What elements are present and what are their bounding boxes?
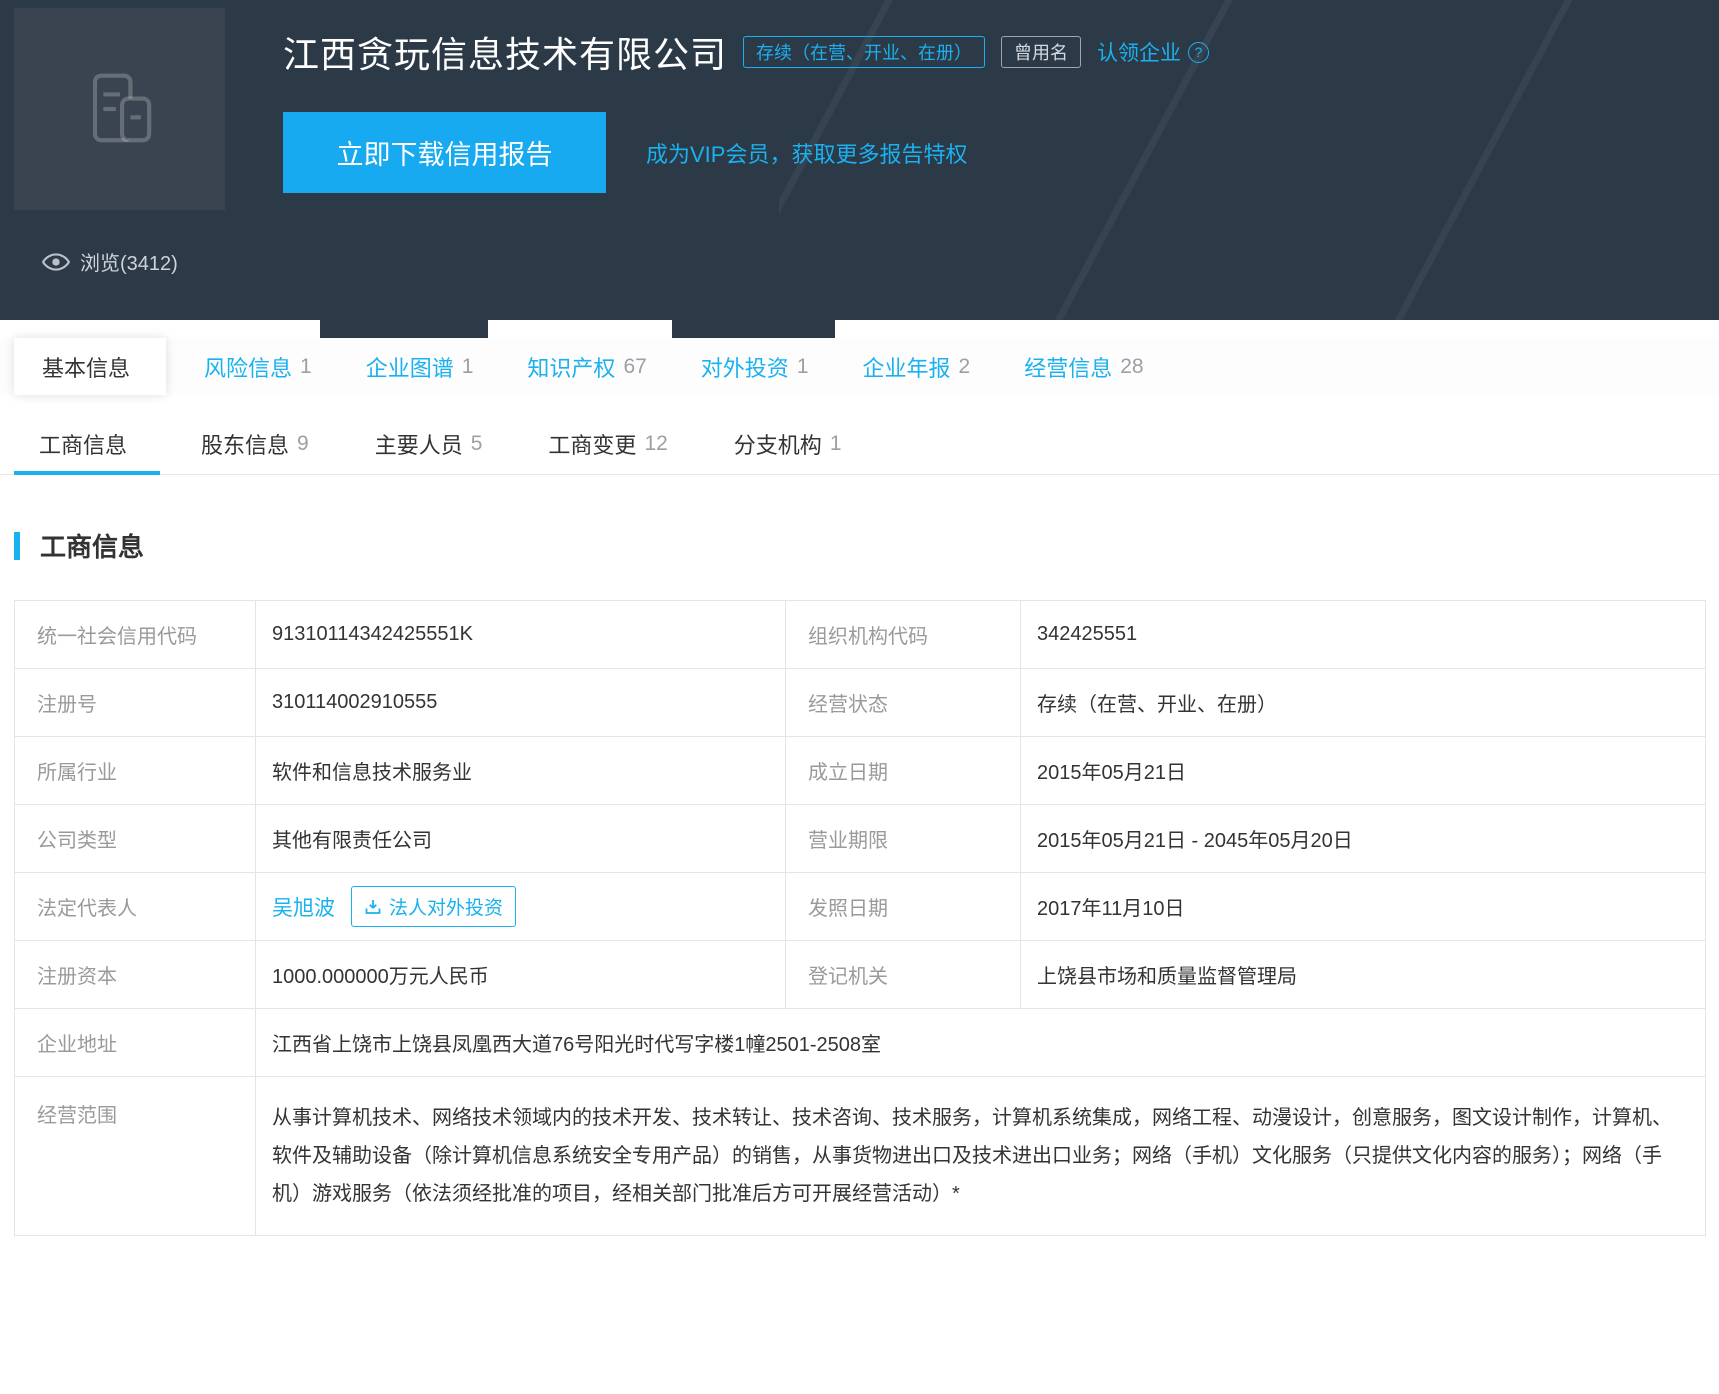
field-label: 注册号 xyxy=(14,668,256,737)
field-value: 存续（在营、开业、在册） xyxy=(1020,668,1706,737)
subtab-label: 工商信息 xyxy=(39,432,128,458)
company-name: 江西贪玩信息技术有限公司 xyxy=(283,34,728,75)
field-label: 登记机关 xyxy=(785,940,1021,1009)
legal-investment-button[interactable]: 法人对外投资 xyxy=(351,886,517,927)
field-label: 注册资本 xyxy=(14,940,256,1009)
section-title: 工商信息 xyxy=(40,532,145,562)
company-header: 江西贪玩信息技术有限公司 存续（在营、开业、在册） 曾用名 认领企业 ? 立即下… xyxy=(0,0,1719,320)
claim-company-link[interactable]: 认领企业 ? xyxy=(1097,37,1210,67)
subtab-count: 1 xyxy=(829,431,842,455)
view-counter: 浏览(3412) xyxy=(42,247,178,276)
field-value: 江西省上饶市上饶县凤凰西大道76号阳光时代写字楼1幢2501-2508室 xyxy=(255,1008,1706,1077)
subtab-business-change[interactable]: 工商变更 12 xyxy=(523,413,692,474)
subtab-label: 工商变更 xyxy=(548,432,637,458)
field-label: 营业期限 xyxy=(785,804,1021,873)
tab-count: 2 xyxy=(958,354,971,378)
tab-count: 1 xyxy=(300,354,312,378)
header-shade xyxy=(672,320,835,338)
claim-label: 认领企业 xyxy=(1097,42,1182,65)
table-row: 公司类型 其他有限责任公司 营业期限 2015年05月21日 - 2045年05… xyxy=(14,804,1706,873)
subtab-count: 9 xyxy=(297,431,309,455)
subtab-count: 12 xyxy=(644,431,668,455)
section-header: 工商信息 xyxy=(14,527,1719,564)
subtab-label: 主要人员 xyxy=(374,432,463,458)
tab-label: 基本信息 xyxy=(42,355,131,381)
tab-label: 经营信息 xyxy=(1024,355,1113,381)
field-label: 经营状态 xyxy=(785,668,1021,737)
export-icon xyxy=(365,899,381,914)
field-value: 310114002910555 xyxy=(255,668,786,737)
field-label: 发照日期 xyxy=(785,872,1021,941)
sub-tabs: 工商信息 股东信息 9 主要人员 5 工商变更 12 分支机构 1 xyxy=(0,413,1719,475)
field-value: 342425551 xyxy=(1020,600,1706,669)
subtab-branch-offices[interactable]: 分支机构 1 xyxy=(709,413,867,474)
field-value: 从事计算机技术、网络技术领域内的技术开发、技术转让、技术咨询、技术服务，计算机系… xyxy=(255,1076,1706,1236)
field-label: 法定代表人 xyxy=(14,872,256,941)
business-info-table: 统一社会信用代码 91310114342425551K 组织机构代码 34242… xyxy=(14,600,1706,1236)
status-badge: 存续（在营、开业、在册） xyxy=(743,36,986,68)
tab-company-graph[interactable]: 企业图谱 1 xyxy=(350,338,490,395)
section-accent-bar xyxy=(14,531,20,560)
question-icon[interactable]: ? xyxy=(1188,41,1210,63)
field-value: 吴旭波 法人对外投资 xyxy=(255,872,786,941)
table-row: 所属行业 软件和信息技术服务业 成立日期 2015年05月21日 xyxy=(14,736,1706,805)
field-label: 成立日期 xyxy=(785,736,1021,805)
header-decoration-strip xyxy=(0,320,1719,338)
field-value: 2015年05月21日 - 2045年05月20日 xyxy=(1020,804,1706,873)
field-label: 企业地址 xyxy=(14,1008,256,1077)
field-label: 经营范围 xyxy=(14,1076,256,1236)
table-row: 经营范围 从事计算机技术、网络技术领域内的技术开发、技术转让、技术咨询、技术服务… xyxy=(14,1076,1706,1236)
field-label: 所属行业 xyxy=(14,736,256,805)
subtab-label: 股东信息 xyxy=(201,432,290,458)
field-value: 其他有限责任公司 xyxy=(255,804,786,873)
tab-count: 1 xyxy=(461,354,474,378)
company-logo xyxy=(14,8,225,210)
tab-operation-info[interactable]: 经营信息 28 xyxy=(1008,338,1159,395)
legal-investment-label: 法人对外投资 xyxy=(389,898,504,919)
main-tabs: 基本信息 风险信息 1 企业图谱 1 知识产权 67 对外投资 1 企业年报 2 经营信息… xyxy=(0,338,1719,395)
field-label: 组织机构代码 xyxy=(785,600,1021,669)
vip-upgrade-link[interactable]: 成为VIP会员，获取更多报告特权 xyxy=(646,137,967,169)
tab-label: 对外投资 xyxy=(700,355,789,381)
tab-external-investment[interactable]: 对外投资 1 xyxy=(685,338,825,395)
download-report-button[interactable]: 立即下载信用报告 xyxy=(283,112,606,193)
tab-label: 风险信息 xyxy=(204,355,293,381)
field-value: 2015年05月21日 xyxy=(1020,736,1706,805)
former-name-badge[interactable]: 曾用名 xyxy=(1001,36,1082,68)
tab-annual-report[interactable]: 企业年报 2 xyxy=(847,338,987,395)
subtab-label: 分支机构 xyxy=(733,432,822,458)
building-icon xyxy=(92,73,151,143)
table-row: 注册号 310114002910555 经营状态 存续（在营、开业、在册） xyxy=(14,668,1706,737)
header-shade xyxy=(320,320,488,338)
tab-risk-info[interactable]: 风险信息 1 xyxy=(188,338,328,395)
subtab-shareholder-info[interactable]: 股东信息 9 xyxy=(176,413,334,474)
field-label: 公司类型 xyxy=(14,804,256,873)
field-value: 1000.000000万元人民币 xyxy=(255,940,786,1009)
field-value: 上饶县市场和质量监督管理局 xyxy=(1020,940,1706,1009)
field-value: 软件和信息技术服务业 xyxy=(255,736,786,805)
eye-icon xyxy=(42,252,70,271)
tab-basic-info[interactable]: 基本信息 xyxy=(14,338,167,395)
tab-label: 知识产权 xyxy=(527,355,616,381)
field-value: 2017年11月10日 xyxy=(1020,872,1706,941)
table-row: 统一社会信用代码 91310114342425551K 组织机构代码 34242… xyxy=(14,600,1706,669)
view-count: 浏览(3412) xyxy=(80,253,178,275)
subtab-count: 5 xyxy=(470,431,483,455)
field-label: 统一社会信用代码 xyxy=(14,600,256,669)
table-row: 法定代表人 吴旭波 法人对外投资 发照日期 2017年11月10日 xyxy=(14,872,1706,941)
field-value: 91310114342425551K xyxy=(255,600,786,669)
tab-label: 企业图谱 xyxy=(365,355,454,381)
tab-count: 1 xyxy=(796,354,809,378)
tab-count: 67 xyxy=(623,354,647,378)
tab-intellectual-property[interactable]: 知识产权 67 xyxy=(511,338,662,395)
subtab-business-info[interactable]: 工商信息 xyxy=(14,413,161,475)
table-row: 注册资本 1000.000000万元人民币 登记机关 上饶县市场和质量监督管理局 xyxy=(14,940,1706,1009)
table-row: 企业地址 江西省上饶市上饶县凤凰西大道76号阳光时代写字楼1幢2501-2508… xyxy=(14,1008,1706,1077)
tab-label: 企业年报 xyxy=(862,355,951,381)
subtab-key-personnel[interactable]: 主要人员 5 xyxy=(350,413,508,474)
tab-count: 28 xyxy=(1120,354,1144,378)
legal-representative-link[interactable]: 吴旭波 xyxy=(272,892,335,922)
